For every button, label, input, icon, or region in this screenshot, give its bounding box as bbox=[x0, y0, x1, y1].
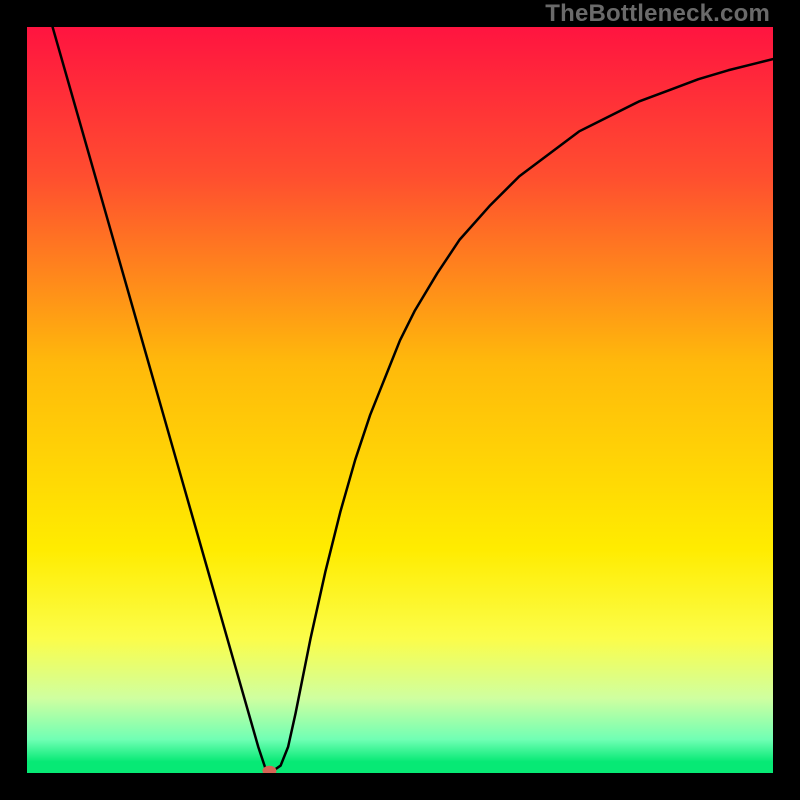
watermark-text: TheBottleneck.com bbox=[545, 0, 770, 28]
plot-frame bbox=[27, 27, 773, 773]
plot-svg bbox=[27, 27, 773, 773]
plot-background bbox=[27, 27, 773, 773]
